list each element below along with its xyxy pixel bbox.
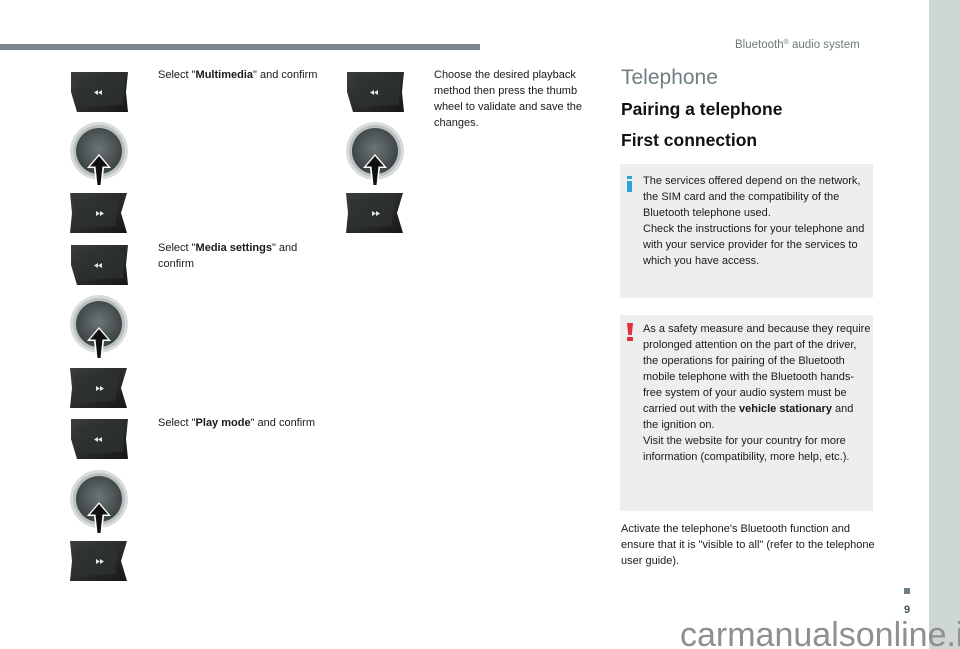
step-select-multimedia: Select "Multimedia" and confirm [158, 69, 318, 81]
thumb-wheel-press-icon [345, 121, 405, 189]
fast-forward-icon [69, 540, 129, 582]
warning-icon [627, 323, 633, 341]
rewind-icon [345, 71, 405, 113]
step-choose-playback: Choose the desired playback method then … [434, 69, 582, 129]
heading-first-connection: First connection [621, 130, 758, 150]
section-title: Bluetooth® audio system [735, 39, 860, 51]
rewind-icon [69, 71, 129, 113]
thumb-wheel-press-icon [69, 469, 129, 537]
warning-note-text: As a safety measure and because they req… [643, 323, 871, 463]
warning-note: As a safety measure and because they req… [620, 315, 873, 511]
heading-pairing: Pairing a telephone [621, 99, 783, 119]
step-select-media-settings: Select "Media settings" and confirm [158, 242, 298, 270]
fast-forward-icon [69, 192, 129, 234]
watermark: carmanualsonline.info [680, 616, 960, 649]
activate-bluetooth-paragraph: Activate the telephone's Bluetooth funct… [621, 523, 875, 567]
fast-forward-icon [345, 192, 405, 234]
page-number: 9 [903, 604, 911, 616]
step-select-play-mode: Select "Play mode" and confirm [158, 417, 316, 429]
thumb-wheel-press-icon [69, 121, 129, 189]
info-note-text: The services offered depend on the netwo… [643, 175, 865, 267]
thumb-wheel-press-icon [69, 294, 129, 362]
info-note: The services offered depend on the netwo… [620, 164, 873, 298]
rewind-icon [69, 418, 129, 460]
page-marker [904, 588, 910, 594]
page-edge-strip [929, 0, 960, 649]
info-icon [627, 176, 632, 192]
rewind-icon [69, 244, 129, 286]
fast-forward-icon [69, 367, 129, 409]
header-bar [0, 44, 480, 50]
heading-telephone: Telephone [621, 66, 718, 89]
